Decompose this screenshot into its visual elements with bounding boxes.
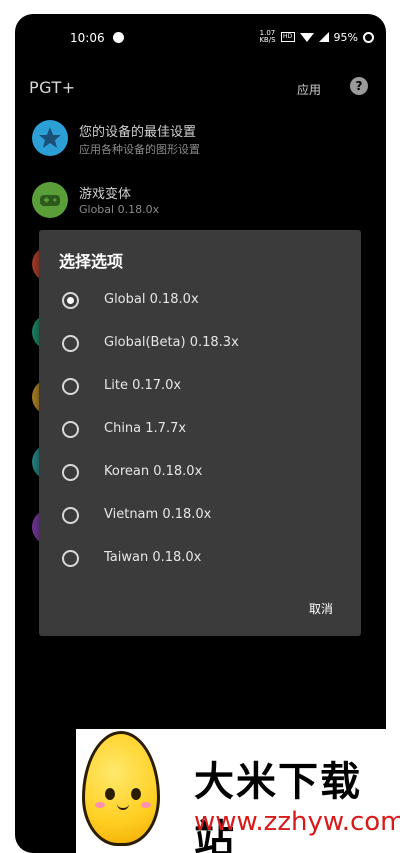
radio-unselected[interactable] bbox=[62, 507, 79, 524]
star-icon bbox=[32, 120, 68, 156]
net-speed: 1.07 KB/S bbox=[259, 29, 276, 44]
option-korean[interactable]: Korean 0.18.0x bbox=[39, 452, 361, 492]
hd-icon: HD bbox=[280, 32, 295, 42]
logo-eye bbox=[131, 788, 141, 800]
option-label: Taiwan 0.18.0x bbox=[104, 550, 202, 565]
help-icon[interactable]: ? bbox=[350, 77, 368, 95]
logo-cheek bbox=[141, 802, 151, 808]
logo-cheek bbox=[95, 802, 105, 808]
notification-icon bbox=[113, 32, 124, 43]
option-china[interactable]: China 1.7.7x bbox=[39, 409, 361, 449]
status-indicators: 1.07 KB/S HD 95% bbox=[259, 30, 374, 44]
radio-unselected[interactable] bbox=[62, 378, 79, 395]
list-item-subtitle: Global 0.18.0x bbox=[79, 203, 160, 216]
list-item-subtitle: 应用各种设备的图形设置 bbox=[79, 143, 200, 156]
option-taiwan[interactable]: Taiwan 0.18.0x bbox=[39, 538, 361, 578]
list-item-game-variant[interactable]: 游戏变体 Global 0.18.0x bbox=[15, 180, 386, 236]
option-global-beta[interactable]: Global(Beta) 0.18.3x bbox=[39, 323, 361, 363]
logo-icon bbox=[82, 731, 160, 846]
radio-unselected[interactable] bbox=[62, 550, 79, 567]
option-global[interactable]: Global 0.18.0x bbox=[39, 280, 361, 320]
option-label: Korean 0.18.0x bbox=[104, 464, 203, 479]
option-vietnam[interactable]: Vietnam 0.18.0x bbox=[39, 495, 361, 535]
wifi-icon bbox=[299, 32, 314, 42]
logo-mouth bbox=[117, 804, 129, 810]
brand-url: www.zzhyw.com bbox=[194, 807, 400, 837]
apply-button[interactable]: 应用 bbox=[297, 81, 321, 98]
battery-icon bbox=[363, 31, 374, 43]
cancel-button[interactable]: 取消 bbox=[309, 600, 333, 617]
status-bar: 10:06 1.07 KB/S HD 95% bbox=[15, 14, 386, 62]
option-label: Global 0.18.0x bbox=[104, 292, 199, 307]
app-title: PGT+ bbox=[29, 78, 76, 97]
option-lite[interactable]: Lite 0.17.0x bbox=[39, 366, 361, 406]
option-label: Vietnam 0.18.0x bbox=[104, 507, 212, 522]
app-bar: PGT+ 应用 ? bbox=[15, 62, 386, 114]
status-time: 10:06 bbox=[70, 31, 105, 45]
list-item-title: 您的设备的最佳设置 bbox=[79, 125, 197, 140]
watermark-banner: 大米下载站 www.zzhyw.com bbox=[76, 729, 400, 853]
radio-unselected[interactable] bbox=[62, 335, 79, 352]
select-option-dialog: 选择选项 Global 0.18.0x Global(Beta) 0.18.3x… bbox=[39, 230, 361, 636]
option-label: Global(Beta) 0.18.3x bbox=[104, 335, 239, 350]
dialog-title: 选择选项 bbox=[59, 252, 124, 271]
radio-unselected[interactable] bbox=[62, 464, 79, 481]
radio-unselected[interactable] bbox=[62, 421, 79, 438]
list-item-best-settings[interactable]: 您的设备的最佳设置 应用各种设备的图形设置 bbox=[15, 118, 386, 174]
brand-name: 大米下载站 bbox=[194, 759, 362, 853]
option-label: China 1.7.7x bbox=[104, 421, 187, 436]
gamepad-icon bbox=[32, 182, 68, 218]
logo-eye bbox=[105, 788, 115, 800]
battery-percent: 95% bbox=[333, 30, 358, 44]
signal-icon bbox=[318, 32, 329, 42]
list-item-title: 游戏变体 bbox=[79, 187, 132, 202]
radio-selected[interactable] bbox=[62, 292, 79, 309]
option-label: Lite 0.17.0x bbox=[104, 378, 182, 393]
